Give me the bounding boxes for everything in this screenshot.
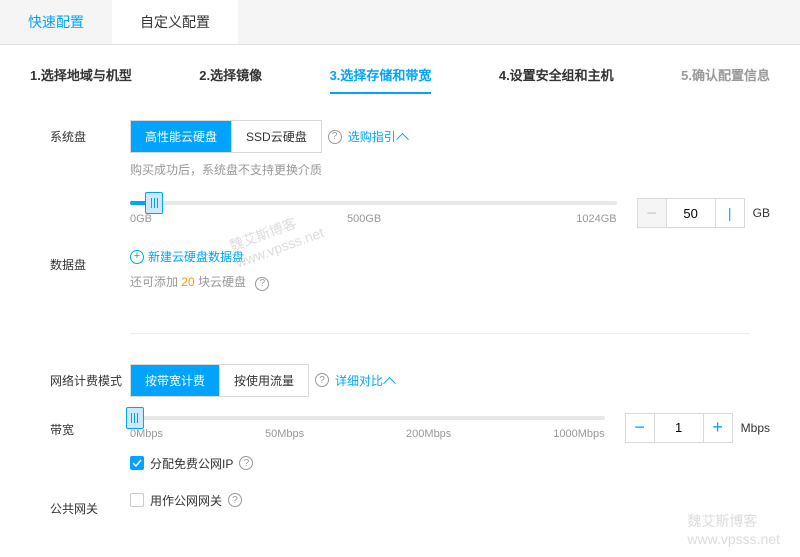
bandwidth-stepper: − + xyxy=(625,413,733,443)
bandwidth-input[interactable] xyxy=(654,414,704,442)
gateway-label: 公共网关 xyxy=(50,492,130,517)
system-disk-slider[interactable] xyxy=(130,201,617,205)
system-disk-hint: 购买成功后，系统盘不支持更换介质 xyxy=(130,161,770,178)
system-disk-ssd[interactable]: SSD云硬盘 xyxy=(232,121,321,152)
step-2[interactable]: 2.选择镜像 xyxy=(199,65,262,94)
system-disk-size-stepper: − | xyxy=(637,198,745,228)
system-disk-size-input[interactable] xyxy=(666,199,716,227)
help-icon[interactable]: ? xyxy=(328,130,342,144)
alloc-public-ip-checkbox[interactable] xyxy=(130,456,144,470)
slider-tick: 0GB xyxy=(130,213,152,225)
plus-button[interactable]: + xyxy=(704,414,732,442)
step-1[interactable]: 1.选择地域与机型 xyxy=(30,65,132,94)
slider-tick: 500GB xyxy=(347,213,381,225)
system-disk-slider-thumb[interactable] xyxy=(145,192,163,214)
tab-quick-config[interactable]: 快速配置 xyxy=(0,0,112,44)
system-disk-unit: GB xyxy=(753,206,770,220)
net-mode-label: 网络计费模式 xyxy=(50,364,130,389)
minus-button[interactable]: − xyxy=(626,414,654,442)
slider-tick: 1000Mbps xyxy=(553,428,604,440)
plus-circle-icon: + xyxy=(130,250,144,264)
step-5[interactable]: 5.确认配置信息 xyxy=(681,65,770,94)
alloc-public-ip-label: 分配免费公网IP xyxy=(150,455,233,472)
slider-tick: 200Mbps xyxy=(406,428,451,440)
system-disk-high-perf[interactable]: 高性能云硬盘 xyxy=(131,121,232,152)
use-as-gateway-label: 用作公网网关 xyxy=(150,492,222,509)
purchase-guide-link[interactable]: 选购指引 xyxy=(348,128,407,145)
net-mode-bandwidth[interactable]: 按带宽计费 xyxy=(131,365,220,396)
divider xyxy=(130,333,750,334)
net-mode-traffic[interactable]: 按使用流量 xyxy=(220,365,308,396)
step-3[interactable]: 3.选择存储和带宽 xyxy=(330,65,432,94)
tab-custom-config[interactable]: 自定义配置 xyxy=(112,0,238,44)
help-icon[interactable]: ? xyxy=(315,373,329,387)
step-4[interactable]: 4.设置安全组和主机 xyxy=(499,65,614,94)
use-as-gateway-checkbox[interactable] xyxy=(130,493,144,507)
system-disk-label: 系统盘 xyxy=(50,120,130,145)
data-disk-label: 数据盘 xyxy=(50,248,130,273)
help-icon[interactable]: ? xyxy=(239,456,253,470)
compare-link[interactable]: 详细对比 xyxy=(335,372,394,389)
minus-button: − xyxy=(638,199,666,227)
plus-button[interactable]: | xyxy=(716,199,744,227)
add-data-disk-link[interactable]: + 新建云硬盘数据盘 xyxy=(130,248,244,265)
wizard-steps: 1.选择地域与机型 2.选择镜像 3.选择存储和带宽 4.设置安全组和主机 5.… xyxy=(0,45,800,110)
slider-tick: 50Mbps xyxy=(265,428,304,440)
data-disk-remaining: 还可添加 20 块云硬盘 ? xyxy=(130,273,770,291)
help-icon[interactable]: ? xyxy=(255,277,269,291)
bandwidth-slider[interactable] xyxy=(130,416,605,420)
bandwidth-slider-thumb[interactable] xyxy=(126,407,144,429)
bandwidth-unit: Mbps xyxy=(741,421,770,435)
system-disk-type-group: 高性能云硬盘 SSD云硬盘 xyxy=(130,120,322,153)
slider-tick: 1024GB xyxy=(576,213,616,225)
slider-tick: 0Mbps xyxy=(130,428,163,440)
net-mode-group: 按带宽计费 按使用流量 xyxy=(130,364,309,397)
top-tabs: 快速配置 自定义配置 xyxy=(0,0,800,45)
help-icon[interactable]: ? xyxy=(228,493,242,507)
bandwidth-label: 带宽 xyxy=(50,413,130,438)
